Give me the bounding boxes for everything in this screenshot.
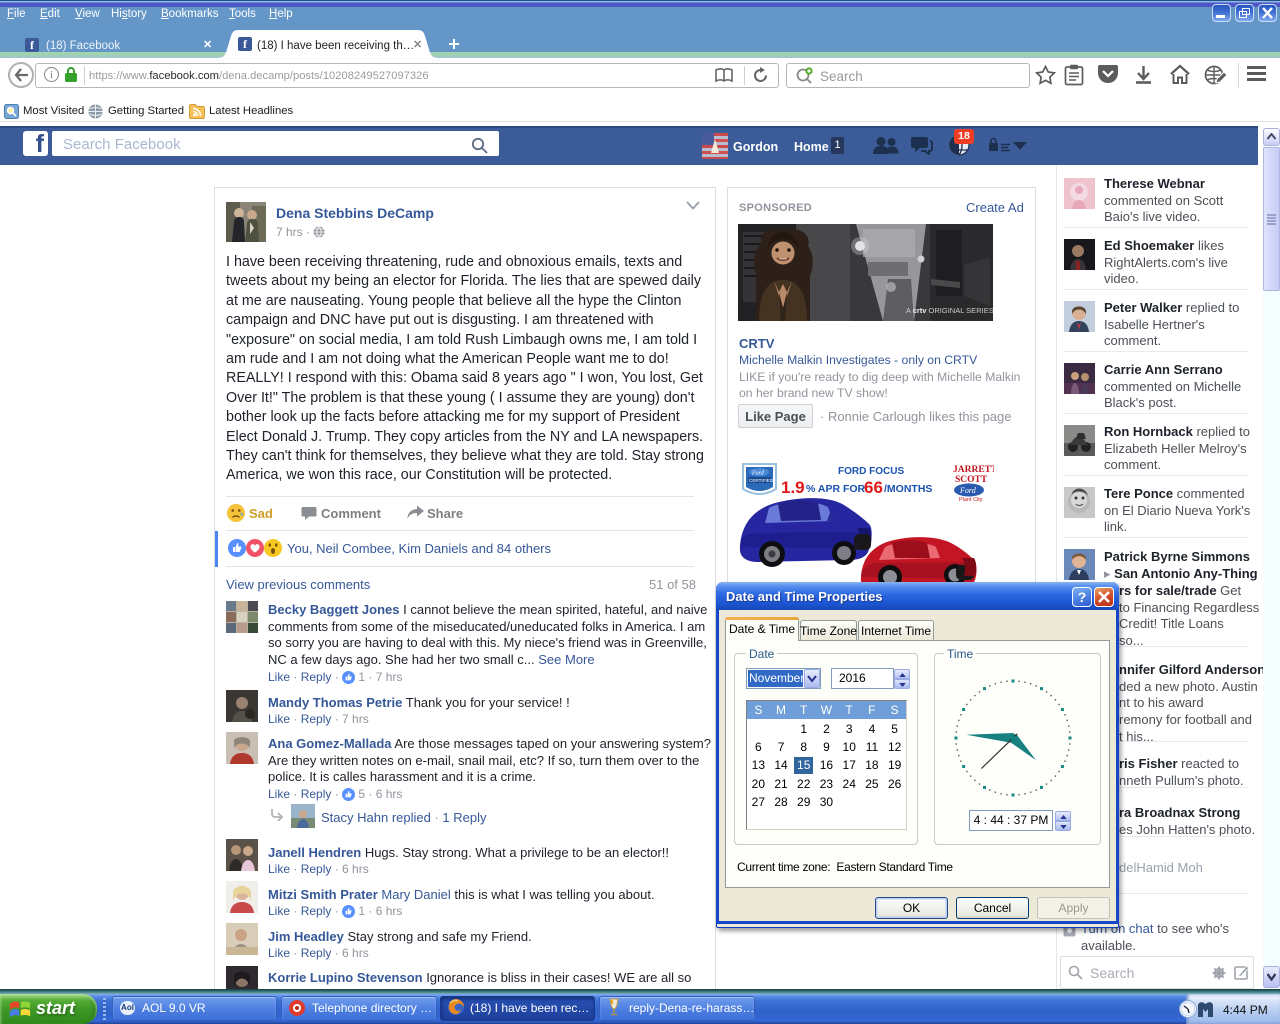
svg-text:Ford: Ford: [751, 471, 765, 477]
svg-text:% APR FOR: % APR FOR: [806, 483, 866, 495]
svg-text:FORD FOCUS: FORD FOCUS: [838, 466, 904, 477]
svg-text:JARRETT: JARRETT: [953, 465, 994, 475]
svg-text:CERTIFIED: CERTIFIED: [749, 478, 774, 483]
svg-text:/MONTHS: /MONTHS: [884, 483, 932, 495]
svg-text:Plant City: Plant City: [959, 497, 983, 503]
svg-text:1.9: 1.9: [781, 478, 805, 497]
svg-text:A crtv ORIGINAL SERIES: A crtv ORIGINAL SERIES: [906, 306, 993, 315]
svg-text:SCOTT: SCOTT: [955, 475, 988, 485]
svg-text:Ford: Ford: [959, 486, 977, 495]
svg-text:66: 66: [864, 478, 883, 497]
